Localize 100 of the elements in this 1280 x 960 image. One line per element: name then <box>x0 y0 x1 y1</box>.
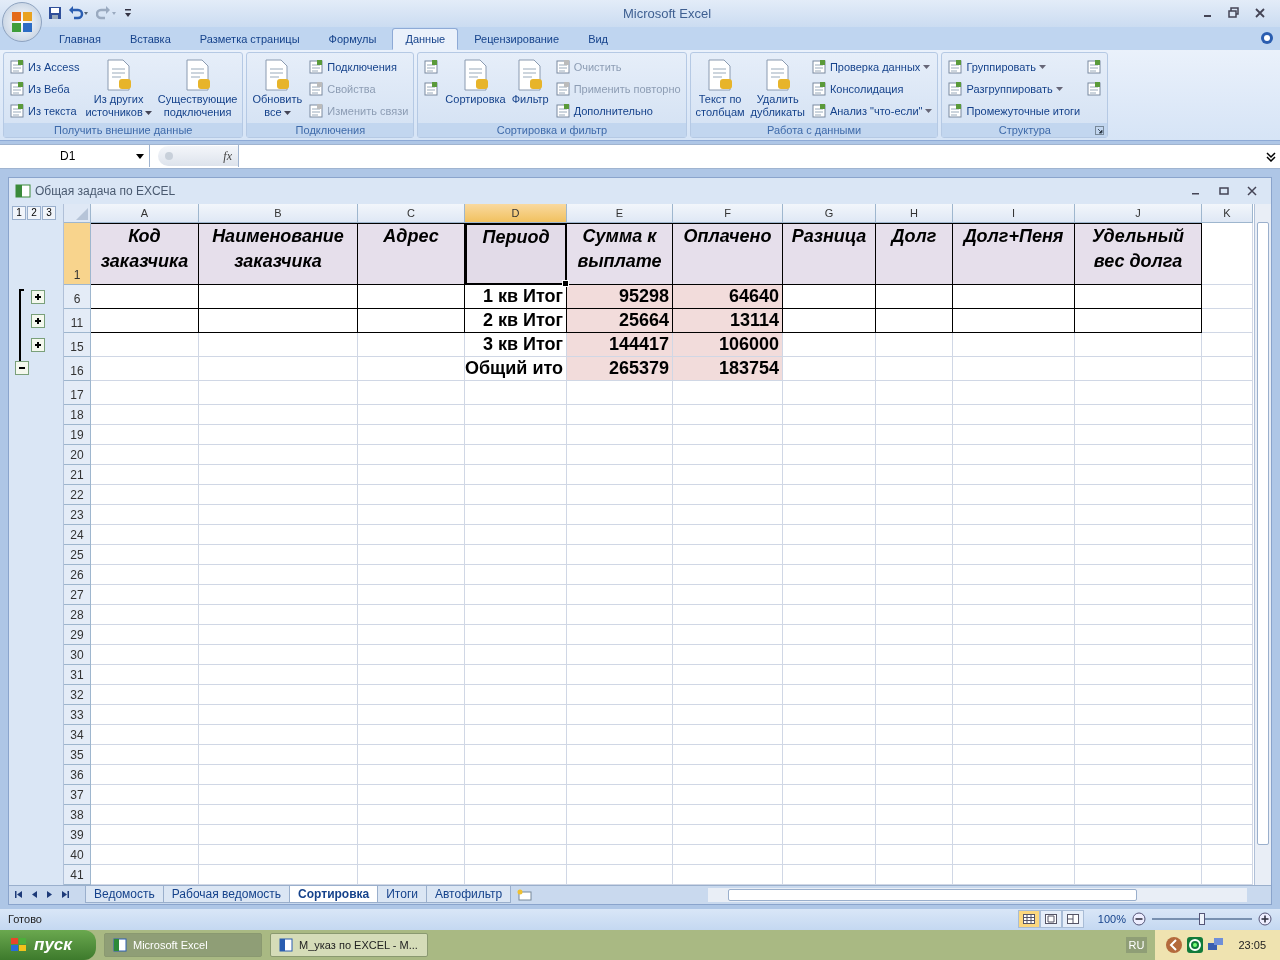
column-header[interactable]: E <box>567 203 673 223</box>
row-header[interactable]: 18 <box>64 404 91 425</box>
column-header[interactable]: G <box>783 203 876 223</box>
row-header[interactable]: 38 <box>64 804 91 825</box>
row-header[interactable]: 27 <box>64 584 91 605</box>
row-header[interactable]: 29 <box>64 624 91 645</box>
zoom-out-icon[interactable] <box>1132 912 1146 927</box>
row-header[interactable]: 19 <box>64 424 91 445</box>
ribbon-tab[interactable]: Главная <box>46 27 114 50</box>
row-header[interactable]: 40 <box>64 844 91 865</box>
name-box[interactable]: D1 <box>0 145 150 168</box>
expand-button[interactable] <box>31 313 45 328</box>
resize-handle-icon[interactable] <box>164 151 174 162</box>
ribbon-tab[interactable]: Рецензирование <box>461 27 573 50</box>
view-button[interactable] <box>1061 910 1084 929</box>
outline-level-button[interactable]: 1 <box>12 205 26 220</box>
chevron-icon[interactable] <box>1165 936 1184 954</box>
fill-handle[interactable] <box>562 279 569 287</box>
close-icon[interactable] <box>1254 7 1266 20</box>
outline-level-button[interactable]: 3 <box>42 205 56 220</box>
view-button[interactable] <box>1039 910 1062 929</box>
ribbon-button[interactable]: Дополнительно <box>552 100 683 121</box>
zoom-level[interactable]: 100% <box>1097 913 1126 926</box>
maximize-icon[interactable] <box>1219 185 1229 196</box>
row-header[interactable]: 41 <box>64 864 91 885</box>
slider-thumb[interactable] <box>1199 913 1205 926</box>
column-header[interactable]: J <box>1075 203 1202 223</box>
expand-icon[interactable] <box>1265 150 1277 163</box>
horizontal-scrollbar[interactable] <box>708 887 1247 902</box>
row-header[interactable]: 33 <box>64 704 91 725</box>
ribbon-button[interactable]: Сортировка <box>443 54 508 123</box>
row-header[interactable]: 30 <box>64 644 91 665</box>
taskbar-button[interactable]: М_указ по EXCEL - М... <box>270 933 428 957</box>
column-header[interactable]: A <box>91 203 199 223</box>
office-button[interactable] <box>2 2 42 42</box>
row-header[interactable]: 31 <box>64 664 91 685</box>
row-header[interactable]: 11 <box>64 308 91 333</box>
collapse-button[interactable] <box>15 360 29 375</box>
row-header[interactable]: 26 <box>64 564 91 585</box>
zoom-in-icon[interactable] <box>1258 912 1272 927</box>
row-header[interactable]: 1 <box>64 222 91 285</box>
row-header[interactable]: 34 <box>64 724 91 745</box>
ribbon-button[interactable]: Консолидация <box>808 78 935 99</box>
row-header[interactable]: 24 <box>64 524 91 545</box>
ribbon-tab[interactable]: Вставка <box>116 27 184 50</box>
row-header[interactable]: 39 <box>64 824 91 845</box>
row-header[interactable]: 28 <box>64 604 91 625</box>
close-icon[interactable] <box>1247 185 1257 196</box>
ribbon-button[interactable]: Существующие подключения <box>155 54 240 123</box>
row-header[interactable]: 23 <box>64 504 91 525</box>
save-icon[interactable] <box>48 6 62 21</box>
sheet-tab[interactable]: Автофильтр <box>426 886 512 904</box>
ribbon-tab[interactable]: Данные <box>392 27 459 50</box>
ribbon-tab[interactable]: Разметка страницы <box>186 27 313 50</box>
ribbon-tab[interactable]: Формулы <box>315 27 390 50</box>
sheet-tab[interactable]: Сортировка <box>289 886 379 904</box>
row-header[interactable]: 15 <box>64 332 91 357</box>
ribbon-button[interactable]: Текст по столбцам <box>693 54 747 123</box>
ring-icon[interactable] <box>1186 936 1205 954</box>
sheet-tab[interactable]: Рабочая ведомость <box>162 886 291 904</box>
restore-icon[interactable] <box>1228 7 1240 20</box>
row-header[interactable]: 20 <box>64 444 91 465</box>
start-button[interactable]: пуск <box>0 930 96 960</box>
row-header[interactable]: 17 <box>64 380 91 405</box>
dialog-launcher-icon[interactable] <box>1095 125 1105 135</box>
ribbon-button[interactable]: Из Веба <box>7 78 82 99</box>
ribbon-button[interactable]: Удалить дубликаты <box>748 54 807 123</box>
sheet-tab[interactable]: Ведомость <box>85 886 164 904</box>
vertical-scrollbar[interactable] <box>1254 203 1271 885</box>
column-header[interactable]: F <box>673 203 783 223</box>
ribbon-button[interactable]: Из текста <box>7 100 82 121</box>
sheet-nav-icon[interactable] <box>60 890 69 900</box>
sheet-tab[interactable]: Итоги <box>377 886 427 904</box>
ribbon-button[interactable]: Из Access <box>7 56 82 77</box>
insert-function-button[interactable]: fx <box>223 148 232 164</box>
row-header[interactable]: 35 <box>64 744 91 765</box>
column-header[interactable]: H <box>876 203 953 223</box>
row-header[interactable]: 16 <box>64 356 91 381</box>
ribbon-button[interactable]: Подключения <box>306 56 411 77</box>
ribbon-button[interactable]: Разгруппировать <box>945 78 1083 99</box>
sheet-nav-icon[interactable] <box>15 890 24 900</box>
ribbon-button[interactable]: Промежуточные итоги <box>945 100 1083 121</box>
ribbon-button[interactable]: Обновить все <box>250 54 305 123</box>
help-icon[interactable] <box>1260 31 1274 46</box>
view-button[interactable] <box>1017 910 1040 929</box>
outline-level-button[interactable]: 2 <box>27 205 41 220</box>
column-header[interactable]: B <box>199 203 358 223</box>
column-header[interactable]: D <box>465 203 567 223</box>
ribbon-button[interactable]: Из других источников <box>83 54 154 123</box>
ribbon-button[interactable]: Группировать <box>945 56 1083 77</box>
undo-icon[interactable] <box>68 6 90 21</box>
row-header[interactable]: 36 <box>64 764 91 785</box>
row-header[interactable]: 6 <box>64 284 91 309</box>
expand-button[interactable] <box>31 337 45 352</box>
column-header[interactable]: K <box>1202 203 1253 223</box>
ribbon-tab[interactable]: Вид <box>575 27 622 50</box>
column-header[interactable]: C <box>358 203 465 223</box>
ribbon-button[interactable]: Проверка данных <box>808 56 935 77</box>
row-header[interactable]: 22 <box>64 484 91 505</box>
ribbon-button[interactable]: Анализ "что-если" <box>808 100 935 121</box>
